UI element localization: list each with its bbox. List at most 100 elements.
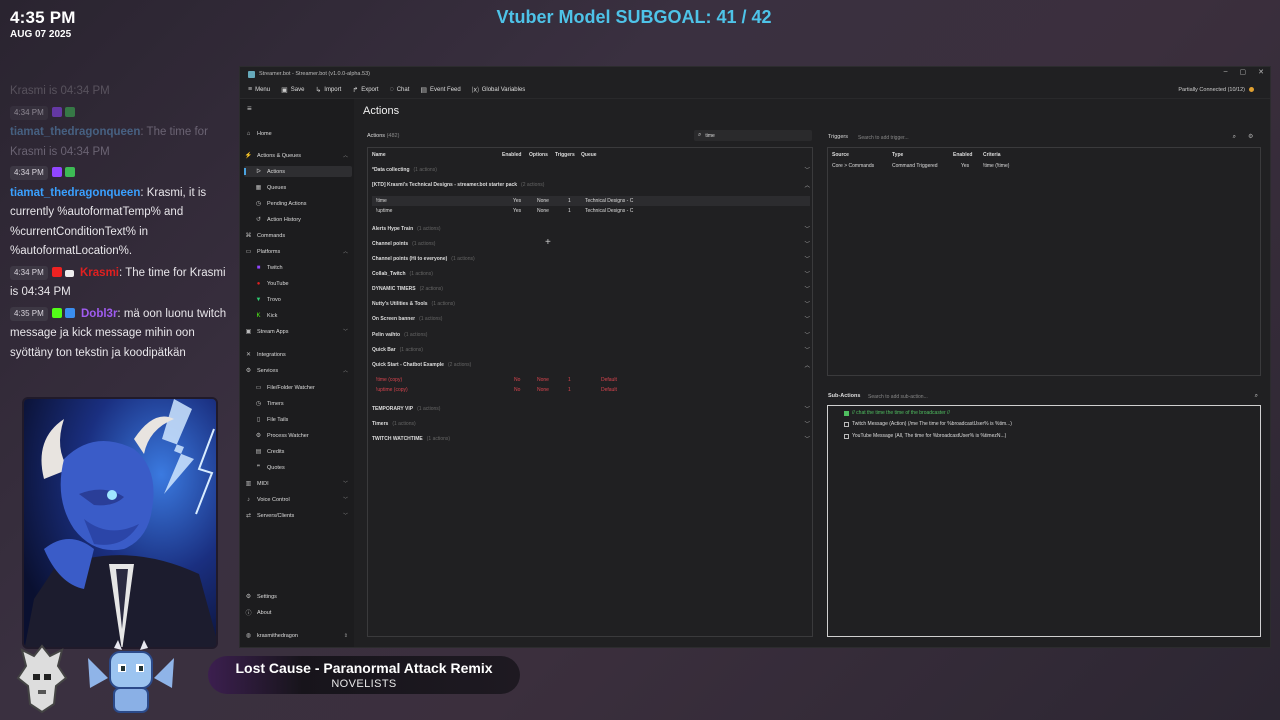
sidebar-item-kick[interactable]: K Kick [244, 310, 352, 321]
subactions-list: // chat the time the time of the broadca… [827, 405, 1261, 637]
sidebar-item-commands[interactable]: ⌘ Commands [244, 230, 352, 241]
col-enabled[interactable]: Enabled [953, 152, 972, 158]
search-icon: ⌕ [1232, 134, 1236, 140]
sidebar-item-youtube[interactable]: ● YouTube [244, 278, 352, 289]
sidebar-user[interactable]: ◍ krasmithedragon ⇕ [244, 630, 352, 641]
group-row[interactable]: Nutty's Utilities & Tools (1 actions) ﹀ [372, 298, 810, 309]
pending-icon: ◷ [255, 201, 262, 207]
chat-message-text: Krasmi is 04:34 PM [10, 85, 110, 97]
col-enabled[interactable]: Enabled [502, 152, 521, 158]
chevron-down-icon: ﹀ [804, 286, 810, 293]
chevron-down-icon: ﹀ [804, 271, 810, 278]
trigger-source[interactable]: Core > Commands [832, 163, 874, 169]
sidebar-item-integrations[interactable]: ✕ Integrations [244, 349, 352, 360]
subaction-comment[interactable]: // chat the time the time of the broadca… [844, 410, 950, 416]
group-row[interactable]: Channel points (Hi to everyone) (1 action… [372, 253, 810, 264]
sidebar-item-trovo[interactable]: ▼ Trovo [244, 294, 352, 305]
trigger-type[interactable]: Command Triggered [892, 163, 938, 169]
sidebar-item-midi[interactable]: ▥ MIDI ﹀ [244, 478, 352, 489]
table-row[interactable]: !time Yes None 1 Technical Designs - C [372, 196, 810, 206]
subactions-search-input[interactable] [868, 393, 1255, 400]
chat-message: Krasmi is 04:34 PM [10, 82, 228, 102]
status-dot-icon [1249, 87, 1254, 92]
platforms-icon: ▭ [245, 249, 252, 255]
actions-search[interactable]: ⌕ [694, 130, 812, 141]
subgoal-banner: Vtuber Model SUBGOAL: 41 / 42 [496, 7, 772, 27]
triggers-search[interactable]: ⌕ [854, 132, 1238, 143]
chevron-down-icon: ﹀ [342, 329, 348, 335]
group-row[interactable]: On Screen banner (1 actions) ﹀ [372, 313, 810, 324]
subaction-twitch-message[interactable]: Twitch Message (Action) (/me The time fo… [844, 421, 1012, 427]
group-row[interactable]: Quick Bar (1 actions) ﹀ [372, 344, 810, 355]
sidebar-item-home[interactable]: ⌂ Home [244, 128, 352, 139]
sidebar-item-services[interactable]: ⚙ Services ︿ [244, 365, 352, 376]
menu-button[interactable]: ≡ Menu [248, 86, 270, 93]
import-icon: ↳ [315, 86, 322, 94]
group-row[interactable]: *Data collecting (1 actions) ﹀ [372, 164, 810, 175]
table-row[interactable]: !uptime (copy) No None 1 Default [372, 385, 810, 395]
group-row[interactable]: TWITCH WATCHTIME (1 actions) ﹀ [372, 433, 810, 444]
sidebar-item-settings[interactable]: ⚙ Settings [244, 591, 352, 602]
col-name[interactable]: Name [372, 152, 386, 158]
col-source[interactable]: Source [832, 152, 849, 158]
sidebar-item-process-watcher[interactable]: ⚙ Process Watcher [244, 430, 352, 441]
variables-icon: ⒳ [471, 86, 479, 94]
triggers-search-input[interactable] [858, 134, 1233, 141]
sidebar-item-stream-apps[interactable]: ▣ Stream Apps ﹀ [244, 326, 352, 337]
hamburger-icon[interactable]: ≡ [247, 104, 252, 113]
sidebar-item-voice-control[interactable]: ♪ Voice Control ﹀ [244, 494, 352, 505]
sidebar-item-file-watcher[interactable]: ▭ File/Folder Watcher [244, 382, 352, 393]
sidebar-item-queues[interactable]: ▦ Queues [244, 182, 352, 193]
group-row[interactable]: Channel points (1 actions) ﹀ [372, 238, 810, 249]
group-row[interactable]: Alerts Hype Train (1 actions) ﹀ [372, 223, 810, 234]
now-playing-widget: Lost Cause - Paranormal Attack Remix NOV… [208, 656, 520, 694]
global-variables-button[interactable]: ⒳ Global Variables [472, 85, 526, 95]
chat-button[interactable]: ◌ Chat [390, 86, 410, 93]
sidebar-item-timers[interactable]: ◷ Timers [244, 398, 352, 409]
group-row[interactable]: Collab_Twitch (1 actions) ﹀ [372, 268, 810, 279]
settings-gear-icon[interactable]: ⚙ [1248, 133, 1253, 140]
sidebar-item-action-history[interactable]: ↺ Action History [244, 214, 352, 225]
connection-status[interactable]: Partially Connected (10/12) [1178, 87, 1254, 93]
table-row[interactable]: !time (copy) No None 1 Default [372, 375, 810, 385]
maximize-icon[interactable]: ▢ [1240, 68, 1247, 76]
group-row[interactable]: Timers (1 actions) ﹀ [372, 418, 810, 429]
sidebar-item-file-tails[interactable]: ▯ File Tails [244, 414, 352, 425]
trigger-enabled[interactable]: Yes [961, 163, 969, 169]
group-row[interactable]: DYNAMIC TIMERS (2 actions) ﹀ [372, 283, 810, 294]
sidebar-item-servers-clients[interactable]: ⇄ Servers/Clients ﹀ [244, 510, 352, 521]
chat-username: Dobl3r [81, 307, 118, 320]
actions-search-input[interactable] [705, 132, 812, 139]
group-row[interactable]: Quick Start - Chatbot Example (2 actions)… [372, 359, 810, 370]
close-icon[interactable]: ✕ [1258, 68, 1264, 76]
col-options[interactable]: Options [529, 152, 548, 158]
chevron-down-icon: ﹀ [804, 406, 810, 413]
group-row[interactable]: TEMPORARY VIP (1 actions) ﹀ [372, 403, 810, 414]
sidebar-item-quotes[interactable]: ❞ Quotes [244, 462, 352, 473]
sidebar-item-actions-queues[interactable]: ⚡ Actions & Queues ︿ [244, 150, 352, 161]
sidebar-item-about[interactable]: ⓘ About [244, 607, 352, 618]
server-icon: ⇄ [245, 513, 252, 519]
col-triggers[interactable]: Triggers [555, 152, 575, 158]
trigger-criteria[interactable]: !time (!time) [983, 163, 1009, 169]
sidebar-item-credits[interactable]: ▤ Credits [244, 446, 352, 457]
microphone-icon: ♪ [247, 496, 250, 503]
minimize-icon[interactable]: – [1224, 68, 1228, 76]
export-button[interactable]: ↱ Export [352, 86, 378, 94]
col-type[interactable]: Type [892, 152, 903, 158]
sidebar-item-twitch[interactable]: ■ Twitch [244, 262, 352, 273]
event-feed-button[interactable]: ▤ Event Feed [420, 86, 460, 94]
save-button[interactable]: ▣ Save [281, 86, 304, 94]
col-queue[interactable]: Queue [581, 152, 597, 158]
group-row[interactable]: [KTD] Krasmi's Technical Designs - strea… [372, 179, 810, 190]
group-row[interactable]: Pelin vaihto (1 actions) ﹀ [372, 329, 810, 340]
sidebar-item-platforms[interactable]: ▭ Platforms ︿ [244, 246, 352, 257]
subactions-search[interactable]: ⌕ [864, 391, 1260, 402]
col-criteria[interactable]: Criteria [983, 152, 1001, 158]
subaction-youtube-message[interactable]: YouTube Message (All, The time for %broa… [844, 433, 1006, 439]
sidebar-item-actions[interactable]: ᐅ Actions [244, 166, 352, 177]
sidebar-item-pending-actions[interactable]: ◷ Pending Actions [244, 198, 352, 209]
quote-icon: ❞ [256, 465, 261, 471]
table-row[interactable]: !uptime Yes None 1 Technical Designs - C [372, 206, 810, 216]
import-button[interactable]: ↳ Import [315, 86, 341, 94]
